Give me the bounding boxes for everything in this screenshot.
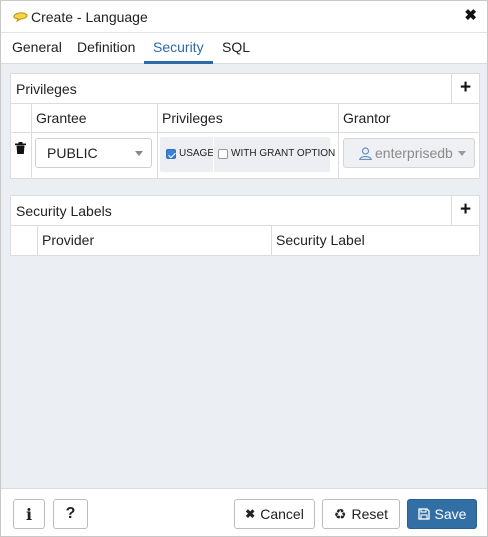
privileges-cell: USAGE WITH GRANT OPTION: [160, 137, 335, 172]
tab-definition[interactable]: Definition: [77, 33, 135, 64]
table-row: PUBLIC USAGE WITH GRANT OPTION enterpris…: [11, 133, 479, 178]
create-language-dialog: Create - Language ✖ General Definition S…: [0, 0, 488, 537]
save-label: Save: [434, 506, 467, 522]
language-icon: [13, 11, 28, 22]
security-labels-grid: Provider Security Label: [11, 226, 479, 255]
grantor-select[interactable]: enterprisedb: [343, 138, 475, 168]
tab-sql[interactable]: SQL: [222, 33, 250, 64]
chevron-down-icon: [135, 151, 143, 156]
question-icon: ?: [65, 505, 76, 522]
column-divider: [338, 133, 339, 178]
recycle-icon: ♻: [333, 505, 347, 522]
column-divider: [31, 133, 32, 178]
grantee-value: PUBLIC: [47, 145, 98, 161]
security-labels-header: Security Labels +: [11, 196, 479, 226]
security-labels-title: Security Labels: [16, 203, 112, 219]
provider-column-header: Provider: [37, 226, 271, 255]
close-icon: ✖: [245, 507, 256, 521]
grant-option-checkbox[interactable]: [218, 149, 228, 159]
trash-icon[interactable]: [15, 142, 26, 154]
usage-label: USAGE: [179, 148, 215, 159]
reset-label: Reset: [351, 506, 389, 522]
grant-option-label: WITH GRANT OPTION: [231, 148, 336, 159]
close-icon[interactable]: ✖: [464, 8, 477, 24]
info-button[interactable]: i: [13, 499, 45, 529]
column-divider: [157, 133, 158, 178]
chevron-down-icon: [458, 151, 466, 156]
dialog-title: Create - Language: [31, 8, 148, 25]
grantee-column-header: Grantee: [31, 104, 157, 133]
usage-checkbox[interactable]: [166, 149, 176, 159]
tab-security[interactable]: Security: [144, 33, 213, 64]
grantee-select[interactable]: PUBLIC: [35, 138, 152, 168]
save-button[interactable]: Save: [407, 499, 477, 529]
cell-divider: [213, 137, 214, 172]
tab-bar: General Definition Security SQL: [1, 33, 487, 64]
privileges-grid: Grantee Privileges Grantor PUBLIC USAGE …: [11, 104, 479, 178]
dialog-footer: i ? ✖ Cancel ♻ Reset Save: [1, 488, 487, 536]
add-security-label-button[interactable]: +: [451, 196, 479, 225]
info-icon: i: [25, 504, 33, 524]
reset-button[interactable]: ♻ Reset: [322, 499, 400, 529]
add-privilege-button[interactable]: +: [451, 74, 479, 103]
tab-general[interactable]: General: [12, 33, 62, 64]
cancel-button[interactable]: ✖ Cancel: [234, 499, 315, 529]
security-labels-panel: Security Labels + Provider Security Labe…: [10, 195, 480, 256]
user-icon: [359, 147, 372, 160]
privileges-header: Privileges +: [11, 74, 479, 104]
security-label-column-header: Security Label: [271, 226, 479, 255]
title-bar[interactable]: Create - Language ✖: [1, 1, 487, 33]
grantor-value: enterprisedb: [375, 145, 453, 161]
privileges-panel: Privileges + Grantee Privileges Grantor: [10, 73, 480, 179]
cancel-label: Cancel: [260, 506, 304, 522]
help-button[interactable]: ?: [53, 499, 88, 529]
privileges-column-header: Privileges: [157, 104, 338, 133]
privileges-title: Privileges: [16, 81, 77, 97]
save-icon: [417, 508, 430, 520]
grantor-column-header: Grantor: [338, 104, 479, 133]
